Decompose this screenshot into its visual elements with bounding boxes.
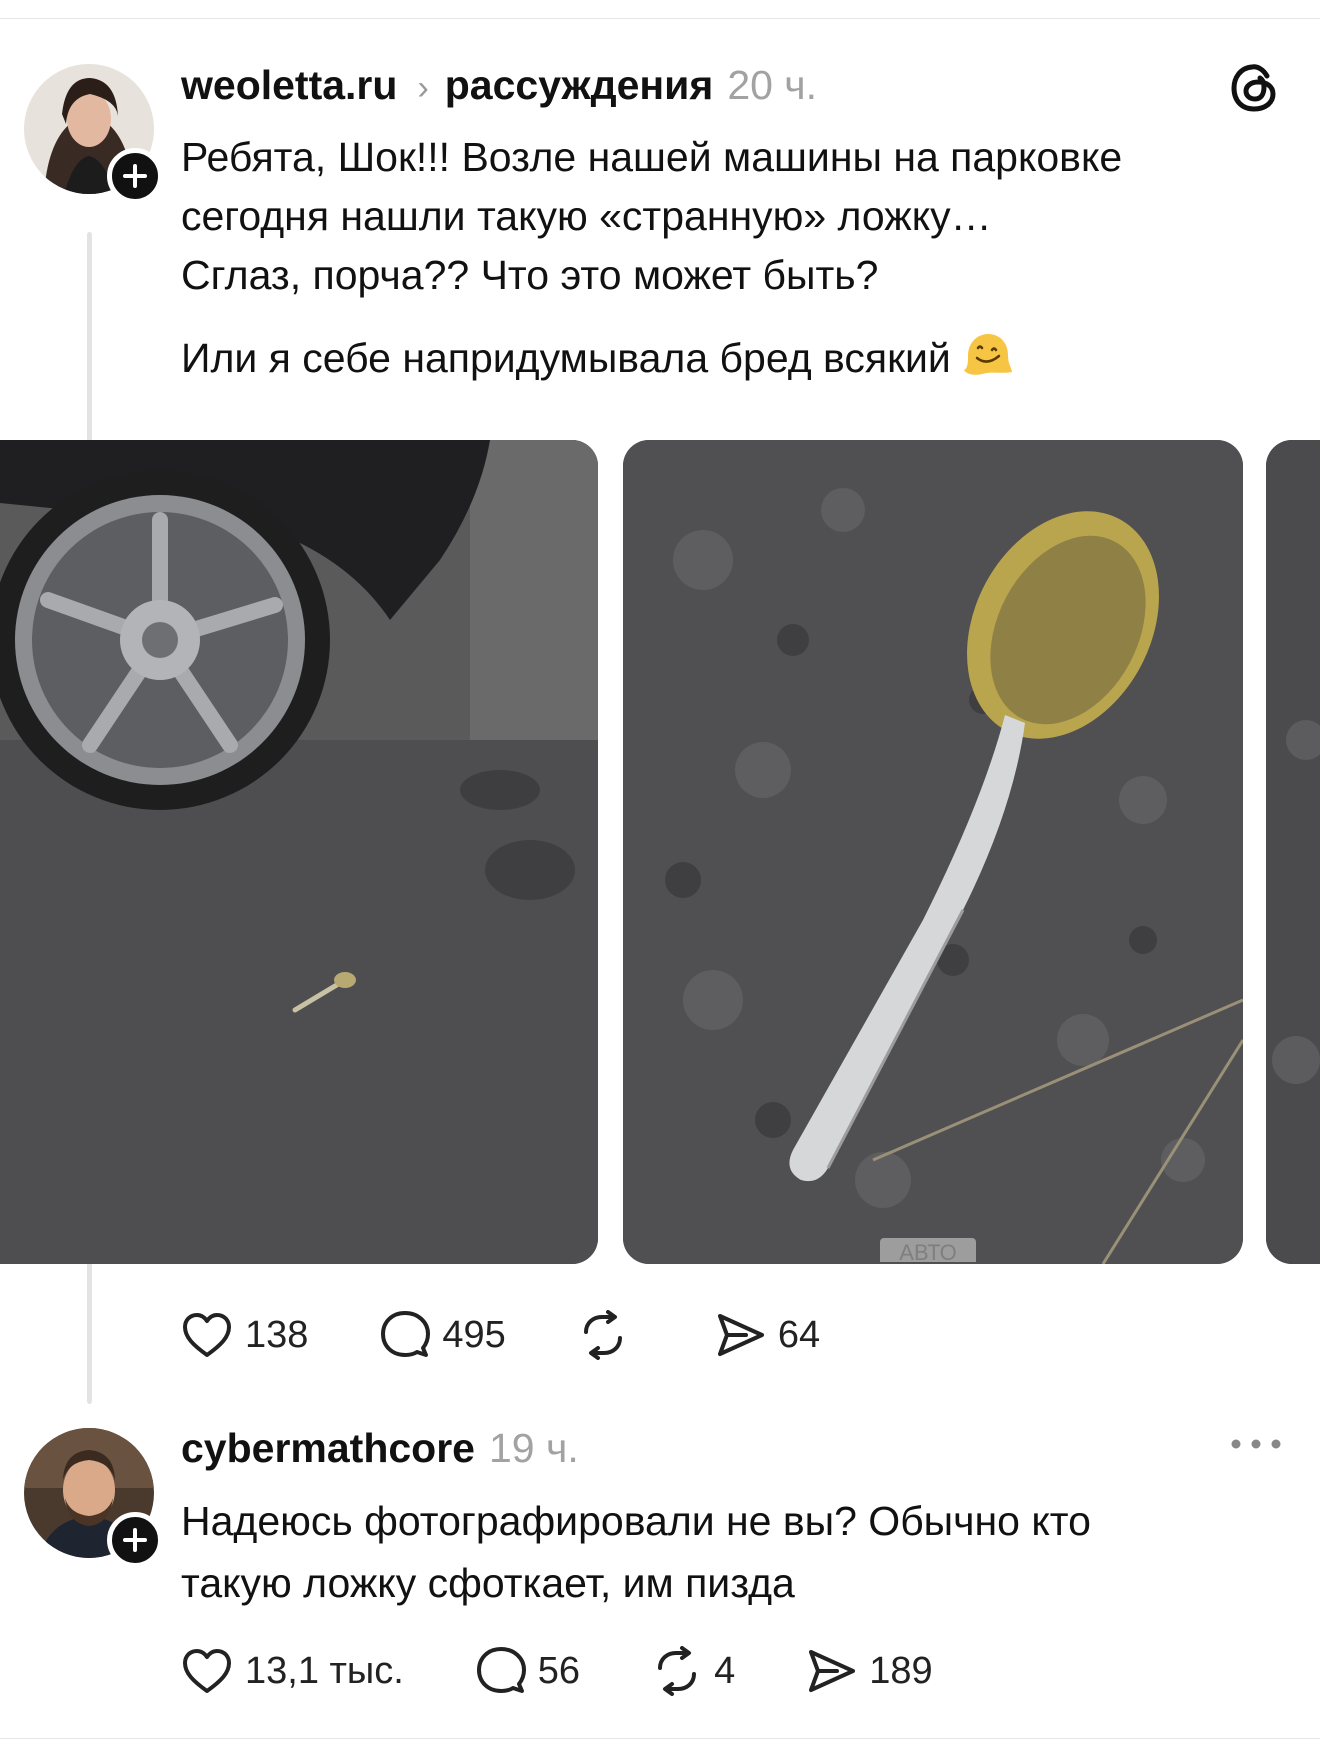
reply-repost-button[interactable]: 4 — [652, 1646, 735, 1696]
follow-reply-author-button[interactable] — [107, 1512, 163, 1568]
reply-comment-count: 56 — [537, 1649, 581, 1692]
chevron-right-icon: › — [417, 69, 429, 107]
reply-like-button[interactable]: 13,1 тыс. — [181, 1647, 404, 1695]
post-actions: 138 495 64 — [181, 1310, 820, 1360]
threads-logo-icon[interactable] — [1227, 60, 1283, 116]
post-photo-2[interactable]: АВТО — [623, 440, 1243, 1264]
reply-repost-count: 4 — [714, 1649, 736, 1692]
repost-icon — [583, 1310, 622, 1360]
post-text-line-4-text: Или я себе напридумывала бред всякий — [181, 335, 951, 381]
repost-icon — [658, 1646, 697, 1696]
like-button[interactable]: 138 — [181, 1311, 308, 1359]
comment-bubble-icon — [476, 1647, 526, 1693]
post-timestamp: 20 ч. — [727, 62, 818, 108]
more-dots-icon[interactable] — [1228, 1432, 1284, 1456]
reply-share-count: 189 — [869, 1649, 933, 1692]
plus-icon — [123, 1528, 147, 1552]
post-photo-3[interactable] — [1266, 440, 1320, 1264]
comment-count: 495 — [442, 1313, 506, 1356]
reply-text-line-1: Надеюсь фотографировали не вы? Обычно кт… — [181, 1498, 1091, 1544]
post-photo-1[interactable] — [0, 440, 598, 1264]
post-header: weoletta.ru › рассуждения 20 ч. — [181, 62, 817, 109]
melting-face-emoji — [964, 334, 1013, 375]
share-count: 64 — [777, 1313, 821, 1356]
reply-author-name[interactable]: cybermathcore — [181, 1425, 475, 1472]
reply-header: cybermathcore 19 ч. — [181, 1425, 579, 1472]
comment-bubble-icon — [381, 1311, 431, 1357]
bottom-divider — [0, 1738, 1320, 1739]
reply-timestamp: 19 ч. — [488, 1425, 579, 1471]
post-author-name[interactable]: weoletta.ru — [181, 62, 397, 109]
repost-button[interactable] — [578, 1310, 628, 1360]
top-divider — [0, 18, 1320, 19]
send-icon — [717, 1314, 764, 1356]
reply-share-button[interactable]: 189 — [807, 1647, 933, 1695]
post-text-line-4: Или я себе напридумывала бред всякий — [181, 326, 1014, 391]
reply-like-count: 13,1 тыс. — [245, 1649, 404, 1692]
reply-actions: 13,1 тыс. 56 4 189 — [181, 1646, 933, 1696]
post-text-line-1: Ребята, Шок!!! Возле нашей машины на пар… — [181, 134, 1123, 180]
reply-comment-button[interactable]: 56 — [476, 1646, 580, 1696]
follow-author-button[interactable] — [107, 148, 163, 204]
post-text-line-2: сегодня нашли такую «странную» ложку… — [181, 193, 992, 239]
post-context-label[interactable]: рассуждения — [445, 62, 714, 109]
post-text-line-3: Сглаз, порча?? Что это может быть? — [181, 252, 879, 298]
send-icon — [809, 1650, 856, 1692]
share-button[interactable]: 64 — [716, 1311, 820, 1359]
plus-icon — [123, 164, 147, 188]
comment-button[interactable]: 495 — [380, 1310, 506, 1360]
heart-icon — [183, 1649, 231, 1693]
like-count: 138 — [245, 1313, 309, 1356]
reply-text-line-2: такую ложку сфоткает, им пизда — [181, 1560, 795, 1606]
heart-icon — [183, 1313, 231, 1357]
photo-auto-badge: АВТО — [880, 1238, 976, 1262]
